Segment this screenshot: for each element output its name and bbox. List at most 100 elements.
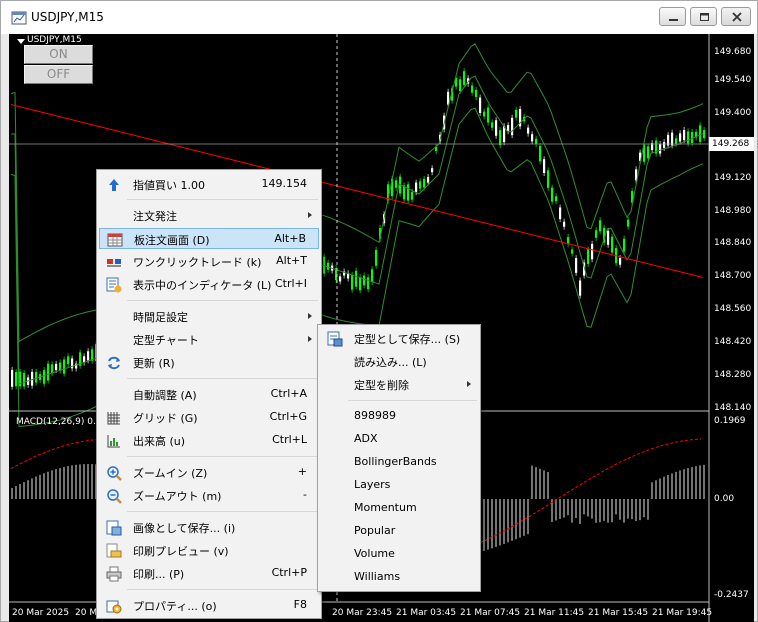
price-axis-label: 148.140 [714, 403, 752, 413]
menu-separator [127, 456, 318, 457]
price-axis-label: 149.540 [714, 75, 752, 85]
menu-item-label: プロパティ... (o) [133, 600, 217, 613]
print-preview-icon [106, 543, 122, 558]
price-axis-label: 148.840 [714, 238, 752, 248]
price-axis-label: 148.700 [714, 271, 752, 281]
restore-button[interactable] [690, 7, 717, 26]
menu-item-shortcut: + [297, 465, 307, 478]
menu-item-label: 注文発注 [133, 210, 177, 223]
menu-item-label: BollingerBands [354, 455, 437, 468]
menu-item-template-layers[interactable]: Layers [320, 475, 478, 496]
time-axis-label: 21 Mar 03:45 [396, 608, 457, 618]
menu-item-save-template[interactable]: 定型として保存... (S) [320, 328, 478, 349]
menu-item-grid[interactable]: グリッド (G) Ctrl+G [99, 407, 319, 428]
submenu-arrow-icon [308, 212, 312, 218]
menu-item-properties[interactable]: プロパティ... (o) F8 [99, 595, 319, 616]
on-button[interactable]: ON [24, 45, 93, 64]
menu-separator [127, 199, 318, 200]
dom-table-icon [107, 233, 123, 247]
close-button[interactable] [721, 7, 751, 26]
menu-separator [127, 511, 318, 512]
price-axis-label: 148.280 [714, 370, 752, 380]
menu-item-shortcut: Ctrl+I [274, 277, 307, 290]
menu-item-auto-scroll[interactable]: 自動調整 (A) Ctrl+A [99, 384, 319, 405]
off-button[interactable]: OFF [24, 65, 93, 84]
macd-label: MACD(12,26,9) 0.0 [16, 417, 102, 427]
menu-item-new-order[interactable]: 注文発注 [99, 205, 319, 226]
menu-item-indicators-list[interactable]: 表示中のインディケータ (L) Ctrl+I [99, 274, 319, 295]
current-price-tag: 149.268 [709, 137, 754, 151]
menu-separator [348, 400, 477, 401]
menu-item-save-as-picture[interactable]: 画像として保存... (i) [99, 517, 319, 538]
menu-item-template-popular[interactable]: Popular [320, 521, 478, 542]
menu-item-shortcut: Alt+T [276, 254, 307, 267]
menu-item-shortcut: Ctrl+G [269, 410, 307, 423]
menu-item-load-template[interactable]: 読み込み... (L) [320, 351, 478, 372]
volume-icon [107, 435, 120, 448]
price-axis-label: 148.980 [714, 206, 752, 216]
menu-item-template-898989[interactable]: 898989 [320, 406, 478, 427]
menu-item-volumes[interactable]: 出来高 (u) Ctrl+L [99, 430, 319, 451]
menu-separator [127, 589, 318, 590]
menu-item-delete-template[interactable]: 定型を削除 [320, 374, 478, 395]
menu-item-label: グリッド (G) [133, 412, 198, 425]
menu-item-label: 定型チャート [133, 334, 199, 347]
menu-item-label: 898989 [354, 409, 396, 422]
menu-item-label: 指値買い 1.00 [133, 179, 205, 192]
price-axis-label: 149.400 [714, 108, 752, 118]
menu-item-label: ワンクリックトレード (k) [133, 256, 262, 269]
menu-item-template-volume[interactable]: Volume [320, 544, 478, 565]
menu-item-label: Layers [354, 478, 391, 491]
menu-item-label: 時間足設定 [133, 311, 188, 324]
title-bar[interactable]: USDJPY,M15 [1, 1, 757, 34]
menu-item-shortcut: Alt+B [274, 232, 306, 245]
menu-item-label: ズームアウト (m) [133, 490, 222, 503]
submenu-arrow-icon [308, 313, 312, 319]
restore-icon [700, 13, 709, 21]
menu-item-timeframes[interactable]: 時間足設定 [99, 306, 319, 327]
time-axis-label: 21 Mar 15:45 [588, 608, 649, 618]
price-axis-label: 148.560 [714, 304, 752, 314]
menu-item-print[interactable]: 印刷... (P) Ctrl+P [99, 563, 319, 584]
menu-item-label: 板注文画面 (D) [134, 234, 210, 247]
menu-item-shortcut: - [303, 488, 307, 501]
menu-item-zoom-out[interactable]: ズームアウト (m) - [99, 485, 319, 506]
terminal-window: USDJPY,M15 USDJPY,M15 ON OFF MACD(12,26,… [0, 0, 758, 622]
price-axis-label: 148.420 [714, 337, 752, 347]
price-axis-label: 149.120 [714, 173, 752, 183]
close-icon [732, 12, 742, 22]
menu-item-template-adx[interactable]: ADX [320, 429, 478, 450]
time-axis-label: 21 Mar 11:45 [524, 608, 585, 618]
menu-item-label: Popular [354, 524, 396, 537]
minimize-button[interactable] [659, 7, 686, 26]
menu-item-print-preview[interactable]: 印刷プレビュー (v) [99, 540, 319, 561]
menu-item-label: 表示中のインディケータ (L) [133, 279, 272, 292]
menu-item-shortcut: Ctrl+P [271, 566, 307, 579]
menu-item-template-bollinger[interactable]: BollingerBands [320, 452, 478, 473]
menu-item-label: 画像として保存... (i) [133, 522, 236, 535]
printer-icon [106, 566, 122, 582]
collapse-arrow-icon[interactable] [17, 39, 25, 44]
menu-item-one-click-trading[interactable]: ワンクリックトレード (k) Alt+T [99, 251, 319, 272]
time-axis-label: 20 Mar 23:45 [332, 608, 393, 618]
menu-item-label: 定型として保存... (S) [354, 333, 461, 346]
menu-item-template-momentum[interactable]: Momentum [320, 498, 478, 519]
properties-icon [106, 600, 122, 614]
indicator-list-icon [106, 277, 122, 293]
time-axis-label: 20 Mar 2025 [12, 608, 70, 618]
menu-item-depth-of-market[interactable]: 板注文画面 (D) Alt+B [99, 228, 319, 249]
menu-item-label: Momentum [354, 501, 417, 514]
menu-item-zoom-in[interactable]: ズームイン (Z) + [99, 462, 319, 483]
menu-item-label: 読み込み... (L) [354, 356, 427, 369]
menu-item-limit-buy[interactable]: 指値買い 1.00 149.154 [99, 174, 319, 195]
macd-axis-label: 0.1969 [714, 416, 746, 426]
menu-item-template[interactable]: 定型チャート [99, 329, 319, 350]
refresh-icon [108, 356, 120, 370]
minimize-icon [669, 19, 678, 21]
menu-item-label: 印刷プレビュー (v) [133, 545, 229, 558]
menu-item-label: ズームイン (Z) [133, 467, 208, 480]
menu-item-refresh[interactable]: 更新 (R) [99, 352, 319, 373]
chart-context-menu: 指値買い 1.00 149.154 注文発注 板注文画面 (D) Alt+B ワ… [96, 169, 322, 619]
menu-item-template-williams[interactable]: Williams [320, 567, 478, 588]
menu-item-label: 定型を削除 [354, 379, 409, 392]
